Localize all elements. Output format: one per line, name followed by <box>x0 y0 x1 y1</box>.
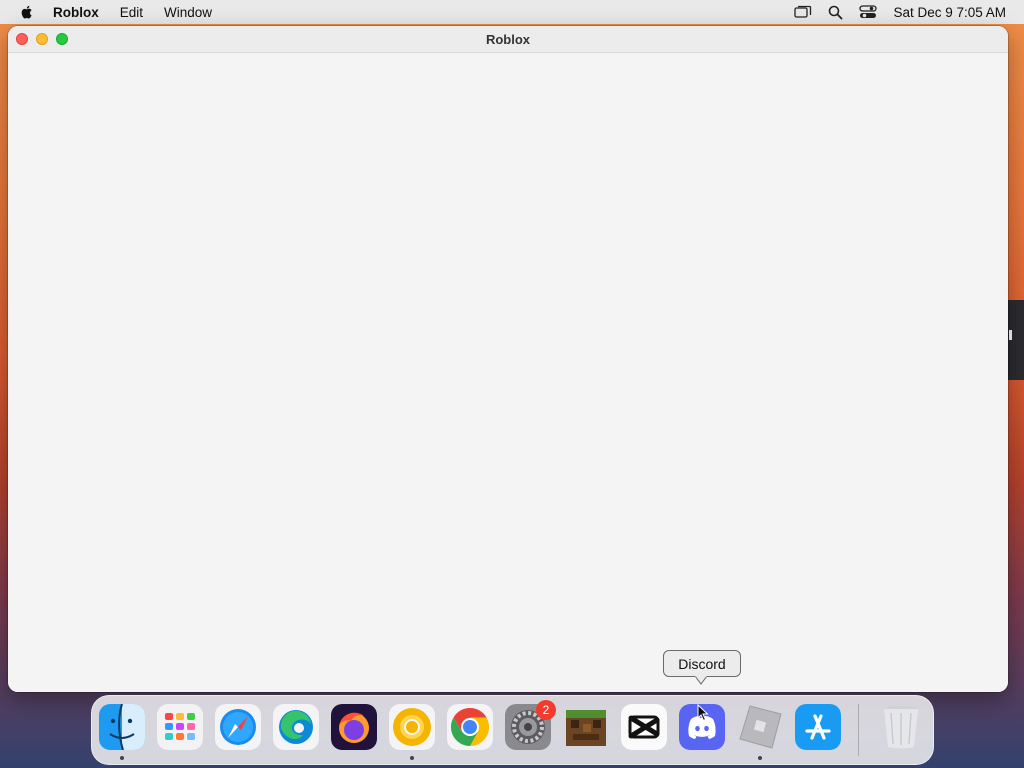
window-title-bar[interactable]: Roblox <box>8 26 1008 53</box>
control-center-icon[interactable] <box>859 5 878 19</box>
roblox-icon[interactable] <box>737 704 783 750</box>
mouse-cursor-icon <box>697 704 709 722</box>
spotlight-search-icon[interactable] <box>828 5 843 20</box>
chrome-canary-icon[interactable] <box>389 704 435 750</box>
dock-separator <box>858 704 859 756</box>
chrome-icon[interactable] <box>447 704 493 750</box>
firefox-icon[interactable] <box>331 704 377 750</box>
menu-window[interactable]: Window <box>164 5 212 20</box>
running-indicator-chrome-canary <box>410 756 414 760</box>
menu-edit[interactable]: Edit <box>120 5 143 20</box>
app-store-icon[interactable] <box>795 704 841 750</box>
trash-icon[interactable] <box>878 704 924 750</box>
running-indicator-finder <box>120 756 124 760</box>
minecraft-icon[interactable] <box>563 704 609 750</box>
tooltip-arrow <box>695 676 707 685</box>
window-title: Roblox <box>485 31 531 47</box>
apple-icon[interactable] <box>19 4 35 20</box>
safari-icon[interactable] <box>215 704 261 750</box>
notification-badge: 2 <box>536 700 556 720</box>
menu-bar-clock[interactable]: Sat Dec 9 7:05 AM <box>893 5 1006 20</box>
screen-mirroring-icon[interactable] <box>794 5 812 19</box>
roblox-window: Roblox <box>8 26 1008 692</box>
edge-icon[interactable] <box>273 704 319 750</box>
menu-app-name[interactable]: Roblox <box>53 5 99 20</box>
menu-bar: Roblox Edit Window Sat Dec 9 7:05 AM <box>0 0 1024 24</box>
capcut-icon[interactable] <box>621 704 667 750</box>
dock-tooltip: Discord <box>663 650 741 677</box>
running-indicator-roblox <box>758 756 762 760</box>
window-content-area <box>8 53 1008 692</box>
launchpad-icon[interactable] <box>157 704 203 750</box>
finder-icon[interactable] <box>99 704 145 750</box>
